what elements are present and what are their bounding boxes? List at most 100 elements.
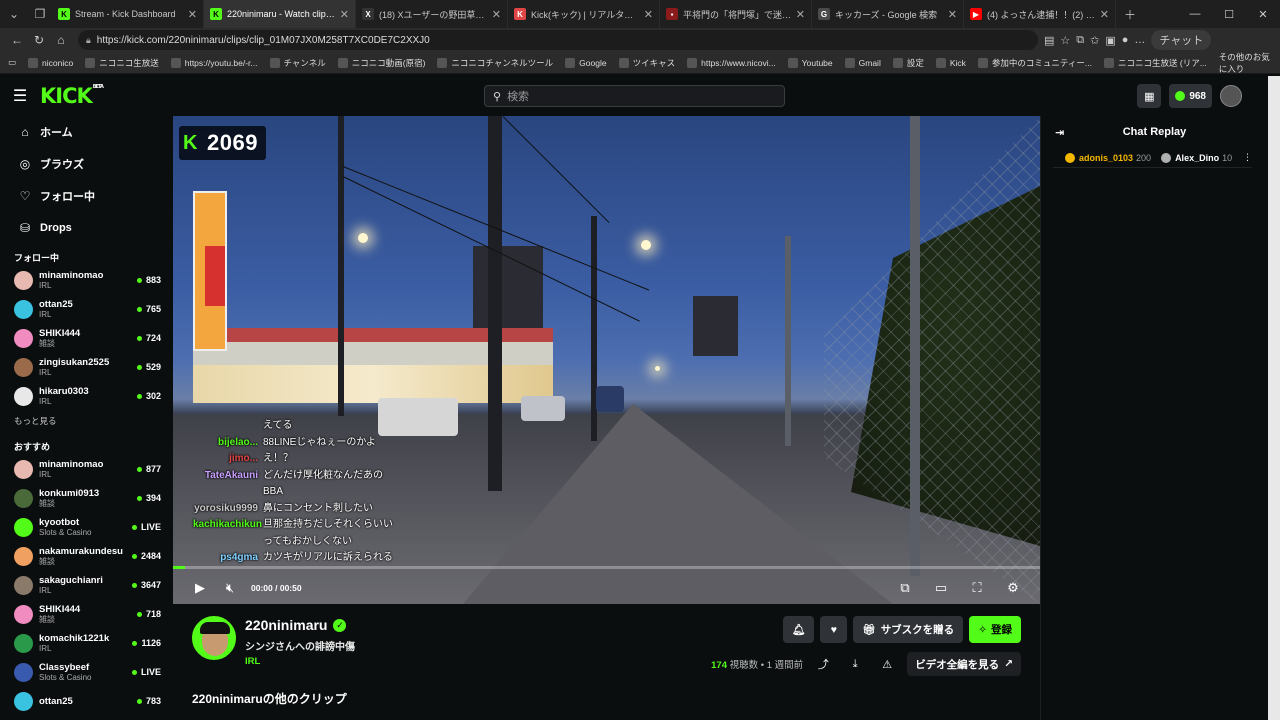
bookmark-item[interactable]: Youtube (787, 57, 833, 69)
reload-icon[interactable]: ↻ (28, 33, 50, 47)
sidebar-channel[interactable]: Classybeef Slots & Casino LIVE (0, 658, 173, 687)
report-icon[interactable]: ⚠ (875, 658, 899, 671)
back-icon[interactable]: ← (6, 33, 28, 47)
sidebar-channel[interactable]: SHIKI444 雑談 718 (0, 600, 173, 629)
copilot-chat-button[interactable]: チャット (1151, 30, 1212, 50)
sidebar-channel[interactable]: kyootbot Slots & Casino LIVE (0, 513, 173, 542)
bookmark-item[interactable]: https://www.nicovi... (687, 57, 776, 69)
sidebar-channel[interactable]: hikaru0303 IRL 302 (0, 382, 173, 411)
tab-close-icon[interactable]: ✕ (340, 8, 349, 21)
minimize-icon[interactable]: — (1178, 8, 1212, 21)
other-favorites[interactable]: その他のお気に入り (1219, 51, 1272, 75)
bookmark-item[interactable]: ニコニコ動画(原宿) (337, 57, 425, 69)
reading-list-icon[interactable]: ▭ (8, 57, 16, 68)
bookmark-item[interactable]: チャンネル (269, 57, 326, 69)
video-car (596, 386, 624, 412)
profile-icon[interactable]: ● (1122, 34, 1129, 46)
bookmark-item[interactable]: 設定 (892, 57, 924, 69)
new-tab-button[interactable]: ＋ (1118, 2, 1142, 26)
bookmark-item[interactable]: ニコニコ生放送 (85, 57, 159, 69)
close-window-icon[interactable]: ✕ (1246, 8, 1280, 21)
bookmark-icon (844, 57, 855, 68)
show-more-link[interactable]: もっと見る (0, 411, 173, 431)
bookmark-item[interactable]: ツイキャス (618, 57, 675, 69)
browser-tab[interactable]: K 220ninimaru - Watch clips on Kick ✕ (204, 0, 356, 28)
theater-mode-icon[interactable]: ▭ (926, 580, 956, 596)
more-menu-icon[interactable]: … (1134, 34, 1145, 46)
dashboard-icon[interactable]: ▦ (1137, 84, 1162, 108)
tab-close-icon[interactable]: ✕ (644, 8, 653, 21)
url-field[interactable]: 🔒︎ https://kick.com/220ninimaru/clips/cl… (78, 30, 1038, 50)
tab-close-icon[interactable]: ✕ (948, 8, 957, 21)
tab-close-icon[interactable]: ✕ (188, 8, 197, 21)
bookmark-item[interactable]: Gmail (844, 57, 881, 69)
pip-icon[interactable]: ⧉ (890, 580, 920, 596)
bookmark-item[interactable]: ニコニコチャンネルツール (437, 57, 553, 69)
sidebar-channel[interactable]: nakamurakundesu 雑談 2484 (0, 542, 173, 571)
subscribe-button[interactable]: ✧ 登録 (969, 616, 1021, 643)
sidebar-channel[interactable]: ottan25 IRL 765 (0, 295, 173, 324)
search-input[interactable]: ⚲ 検索 (484, 85, 785, 107)
bookmark-item[interactable]: https://youtu.be/-r... (170, 57, 258, 69)
kicks-balance[interactable]: 968 (1169, 84, 1212, 108)
follow-heart-button[interactable]: ♥ (820, 616, 848, 643)
play-icon[interactable]: ▶ (185, 580, 215, 596)
sidebar-channel[interactable]: ottan25 783 (0, 687, 173, 716)
sidebar-item-home[interactable]: ⌂ ホーム (0, 116, 173, 148)
bookmark-item[interactable]: niconico (28, 57, 73, 69)
sidebar-item-browse[interactable]: ◎ ブラウズ (0, 148, 173, 180)
reader-icon[interactable]: ▤ (1044, 34, 1054, 47)
favorites-icon[interactable]: ✩ (1090, 34, 1099, 47)
streamer-avatar[interactable] (192, 616, 236, 660)
user-avatar[interactable] (1220, 85, 1242, 107)
sidebar-channel[interactable]: SHIKI444 雑談 724 (0, 324, 173, 353)
tab-list-icon[interactable]: ⌄ (2, 2, 26, 26)
tab-close-icon[interactable]: ✕ (492, 8, 501, 21)
sidebar-channel[interactable]: komachik1221k IRL 1126 (0, 629, 173, 658)
bookmark-item[interactable]: Kick (935, 57, 966, 69)
stream-category[interactable]: IRL (245, 656, 260, 667)
gifters-more-icon[interactable]: ⋮ (1243, 152, 1252, 163)
browser-tab[interactable]: K Kick(キック) | リアルタイムランキング ✕ (508, 0, 660, 28)
mute-icon[interactable]: 🔇︎ (215, 580, 245, 596)
browser-tab[interactable]: ▶ (4) よっさん逮捕！！(2) - YouTube ✕ (964, 0, 1116, 28)
streamer-name[interactable]: 220ninimaru (245, 617, 327, 633)
sidebar-item-heart[interactable]: ♡ フォロー中 (0, 180, 173, 212)
maximize-icon[interactable]: ☐ (1212, 8, 1246, 21)
download-icon[interactable]: ⤓ (843, 658, 867, 671)
watch-full-video-button[interactable]: ビデオ全編を見る ↗ (907, 652, 1021, 676)
progress-bar[interactable] (173, 566, 1040, 569)
gift-sub-button[interactable]: 🎁︎ サブスクを贈る (853, 616, 964, 643)
collections-icon[interactable]: ▣ (1105, 34, 1115, 47)
settings-icon[interactable]: ⚙ (998, 580, 1028, 596)
home-browser-icon[interactable]: ⌂ (50, 33, 72, 47)
extensions-icon[interactable]: ⧉ (1076, 34, 1084, 47)
browser-tab[interactable]: X (18) Xユーザーの野田草履Pの裏アカ ✕ (356, 0, 508, 28)
sidebar-channel[interactable]: konkumi0913 雑談 394 (0, 484, 173, 513)
browser-tab[interactable]: ▪ 平将門の「将門塚」で迷惑行為 / ✕ (660, 0, 812, 28)
workspaces-icon[interactable]: ❐ (28, 2, 52, 26)
sidebar-item-drops[interactable]: ⛁ Drops (0, 212, 173, 244)
top-gifter[interactable]: adonis_0103 200 (1065, 152, 1151, 163)
bookmark-item[interactable]: ニコニコ生放送 (リア... (1104, 57, 1207, 69)
bookmark-item[interactable]: 参加中のコミュニティー... (977, 57, 1092, 69)
fullscreen-icon[interactable]: ⛶ (962, 580, 992, 596)
browser-tab[interactable]: G キッカーズ - Google 検索 ✕ (812, 0, 964, 28)
sidebar-channel[interactable]: minaminomao IRL 883 (0, 266, 173, 295)
video-player[interactable]: K 2069 えてる bijelao... 88LINEじゃねぇーのかよ jimo..… (173, 116, 1040, 604)
sidebar-channel[interactable]: minaminomao IRL 877 (0, 455, 173, 484)
tab-close-icon[interactable]: ✕ (796, 8, 805, 21)
menu-icon[interactable]: ☰ (0, 86, 40, 106)
page-scrollbar[interactable] (1268, 76, 1280, 720)
sidebar-channel[interactable]: zingisukan2525 IRL 529 (0, 353, 173, 382)
sidebar-channel[interactable]: sakaguchianri IRL 3647 (0, 571, 173, 600)
favorite-star-icon[interactable]: ☆ (1060, 34, 1070, 47)
notification-bell-button[interactable]: 🔔︎ (783, 616, 815, 643)
browser-tab[interactable]: K Stream - Kick Dashboard ✕ (52, 0, 204, 28)
top-gifter[interactable]: Alex_Dino 10 (1161, 152, 1232, 163)
bookmark-item[interactable]: Google (565, 57, 607, 69)
collapse-chat-icon[interactable]: ⇥ (1055, 126, 1064, 139)
tab-close-icon[interactable]: ✕ (1100, 8, 1109, 21)
kick-logo[interactable]: KICKBETA (40, 84, 104, 108)
share-icon[interactable]: ⤴ (811, 656, 835, 672)
